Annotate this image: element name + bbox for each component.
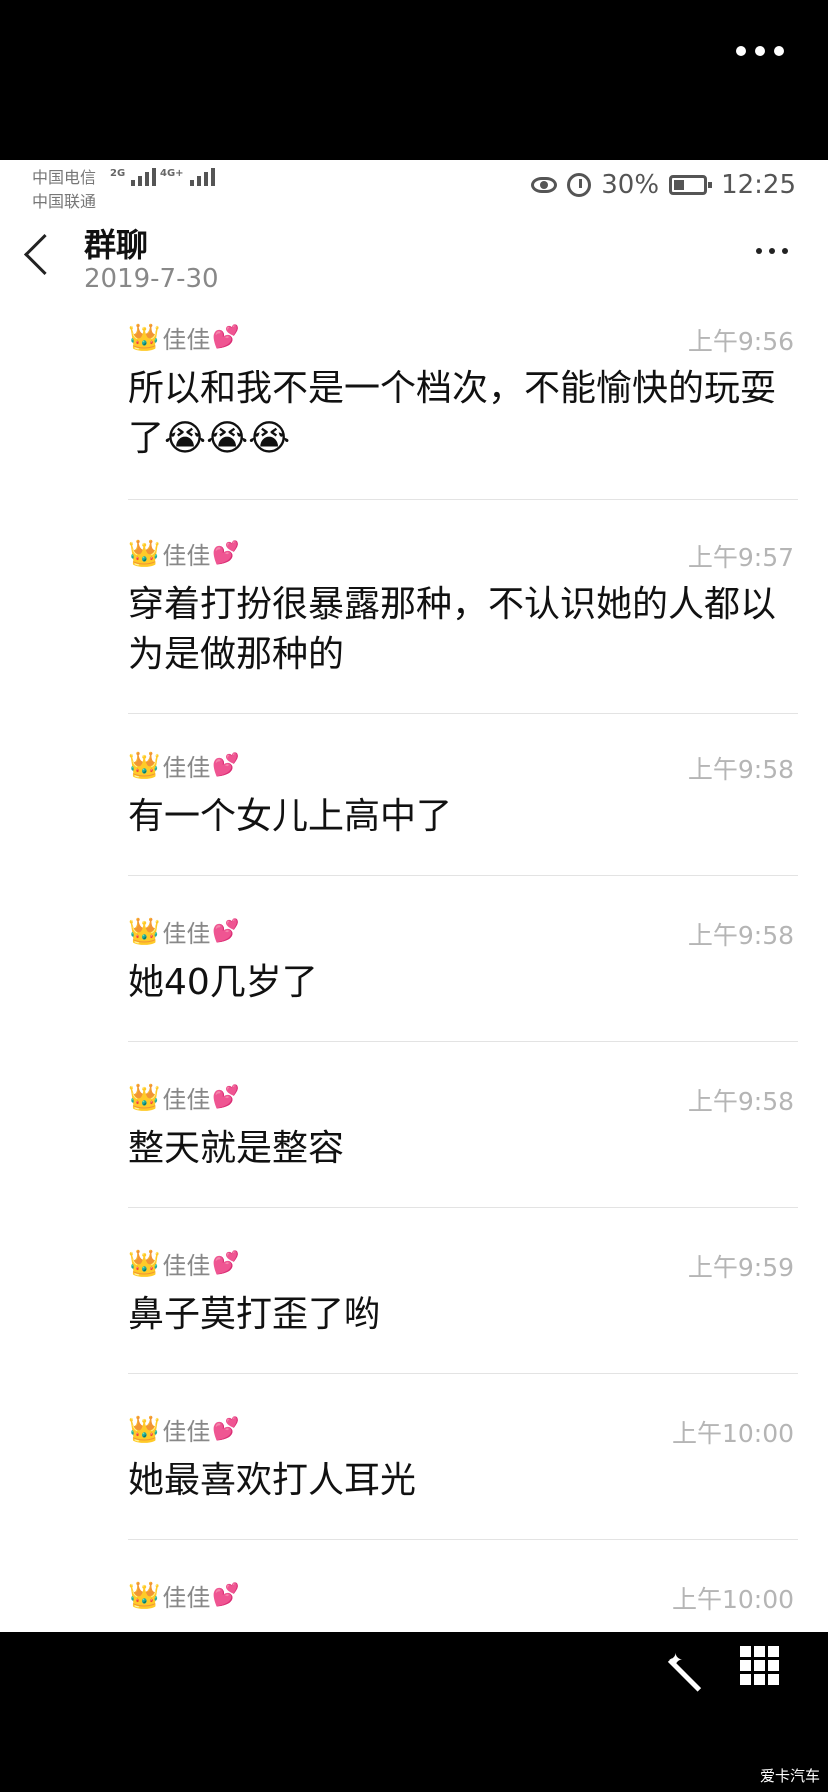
sender-name: 佳佳 [162, 542, 211, 570]
heart-icon: 💕 [212, 1583, 240, 1608]
heart-icon: 💕 [212, 1085, 240, 1110]
chat-date: 2019-7-30 [84, 264, 219, 294]
heart-icon: 💕 [212, 753, 240, 778]
message-item[interactable]: 👑 佳佳 💕 上午9:57 穿着打扮很暴露那种，不认识她的人都以为是做那种的 [128, 536, 798, 714]
sender-name: 佳佳 [162, 920, 211, 948]
message-text: 穿着打扮很暴露那种，不认识她的人都以为是做那种的 [128, 584, 777, 675]
message-time: 上午10:00 [671, 1585, 794, 1614]
message-time: 上午9:59 [687, 1253, 794, 1282]
message-item[interactable]: 👑 佳佳 💕 上午9:58 她40几岁了 [128, 914, 798, 1042]
message-time: 上午9:56 [687, 327, 794, 356]
message-time: 上午9:58 [687, 755, 794, 784]
sender: 👑 佳佳 💕 [128, 1578, 240, 1613]
heart-icon: 💕 [212, 919, 240, 944]
crown-icon: 👑 [128, 750, 161, 781]
message-text: 有一个女儿上高中了 [128, 796, 453, 837]
message-time: 上午9:57 [687, 543, 794, 572]
message-item[interactable]: 👑 佳佳 💕 上午10:00 [128, 1578, 798, 1632]
message-time: 上午10:00 [671, 1419, 794, 1448]
crown-icon: 👑 [128, 322, 161, 353]
divider [128, 499, 798, 500]
sender-name: 佳佳 [162, 754, 211, 782]
alarm-icon [567, 173, 592, 197]
more-options-icon[interactable] [756, 248, 788, 254]
message-text: 她40几岁了 [128, 962, 318, 1003]
crown-icon: 👑 [128, 538, 161, 569]
battery-percent: 30% [601, 170, 660, 200]
message-text: 整天就是整容 [128, 1128, 345, 1169]
message-item[interactable]: 👑 佳佳 💕 上午9:58 整天就是整容 [128, 1080, 798, 1208]
crown-icon: 👑 [128, 1082, 161, 1113]
sender-name: 佳佳 [162, 326, 211, 354]
message-time: 上午9:58 [687, 921, 794, 950]
crown-icon: 👑 [128, 1248, 161, 1279]
divider [128, 713, 798, 714]
heart-icon: 💕 [212, 1417, 240, 1442]
sender: 👑 佳佳 💕 [128, 1246, 240, 1281]
sender-name: 佳佳 [162, 1418, 211, 1446]
net-2-label: 4G+ [160, 168, 184, 179]
sender: 👑 佳佳 💕 [128, 1412, 240, 1447]
status-time: 12:25 [721, 170, 796, 200]
magic-wand-icon[interactable]: ✦ [664, 1648, 710, 1694]
message-item[interactable]: 👑 佳佳 💕 上午10:00 她最喜欢打人耳光 [128, 1412, 798, 1540]
sender: 👑 佳佳 💕 [128, 320, 240, 355]
message-item[interactable]: 👑 佳佳 💕 上午9:59 鼻子莫打歪了哟 [128, 1246, 798, 1374]
message-text: 她最喜欢打人耳光 [128, 1460, 417, 1501]
sender-name: 佳佳 [162, 1584, 211, 1612]
chat-title: 群聊 [84, 226, 149, 264]
heart-icon: 💕 [212, 325, 240, 350]
message-time: 上午9:58 [687, 1087, 794, 1116]
message-text: 所以和我不是一个档次，不能愉快的玩耍了😭😭😭 [128, 368, 777, 459]
status-bar: 中国电信 中国联通 2G 4G+ 30% 12:25 [0, 160, 828, 211]
carrier-1-label: 中国电信 [32, 168, 97, 187]
grid-icon[interactable] [740, 1646, 779, 1685]
crown-icon: 👑 [128, 916, 161, 947]
back-arrow-icon[interactable] [23, 233, 66, 276]
divider [128, 1207, 798, 1208]
chat-screen: 中国电信 中国联通 2G 4G+ 30% 12:25 群聊 2019-7-30 … [0, 160, 828, 1632]
divider [128, 1373, 798, 1374]
heart-icon: 💕 [212, 541, 240, 566]
signal-2-icon: 4G+ [160, 168, 215, 186]
message-item[interactable]: 👑 佳佳 💕 上午9:56 所以和我不是一个档次，不能愉快的玩耍了😭😭😭 [128, 320, 798, 500]
chat-header: 群聊 2019-7-30 [0, 218, 828, 308]
sender: 👑 佳佳 💕 [128, 748, 240, 783]
battery-icon [669, 175, 713, 195]
divider [128, 875, 798, 876]
divider [128, 1041, 798, 1042]
overlay-more-icon[interactable] [736, 46, 784, 56]
eye-comfort-icon [531, 177, 558, 193]
image-viewer-toolbar: ✦ 爱卡汽车 [0, 1632, 828, 1792]
divider [128, 1539, 798, 1540]
sender: 👑 佳佳 💕 [128, 914, 240, 949]
crown-icon: 👑 [128, 1580, 161, 1611]
crown-icon: 👑 [128, 1414, 161, 1445]
carrier-2-label: 中国联通 [32, 192, 97, 211]
sender: 👑 佳佳 💕 [128, 536, 240, 571]
watermark: 爱卡汽车 [759, 1767, 820, 1785]
sender-name: 佳佳 [162, 1086, 211, 1114]
sender: 👑 佳佳 💕 [128, 1080, 240, 1115]
message-item[interactable]: 👑 佳佳 💕 上午9:58 有一个女儿上高中了 [128, 748, 798, 876]
carrier-info: 中国电信 中国联通 [32, 166, 96, 214]
net-1-label: 2G [110, 168, 126, 179]
signal-1-icon: 2G [110, 168, 157, 186]
sender-name: 佳佳 [162, 1252, 211, 1280]
message-text: 鼻子莫打歪了哟 [128, 1294, 381, 1335]
heart-icon: 💕 [212, 1251, 240, 1276]
